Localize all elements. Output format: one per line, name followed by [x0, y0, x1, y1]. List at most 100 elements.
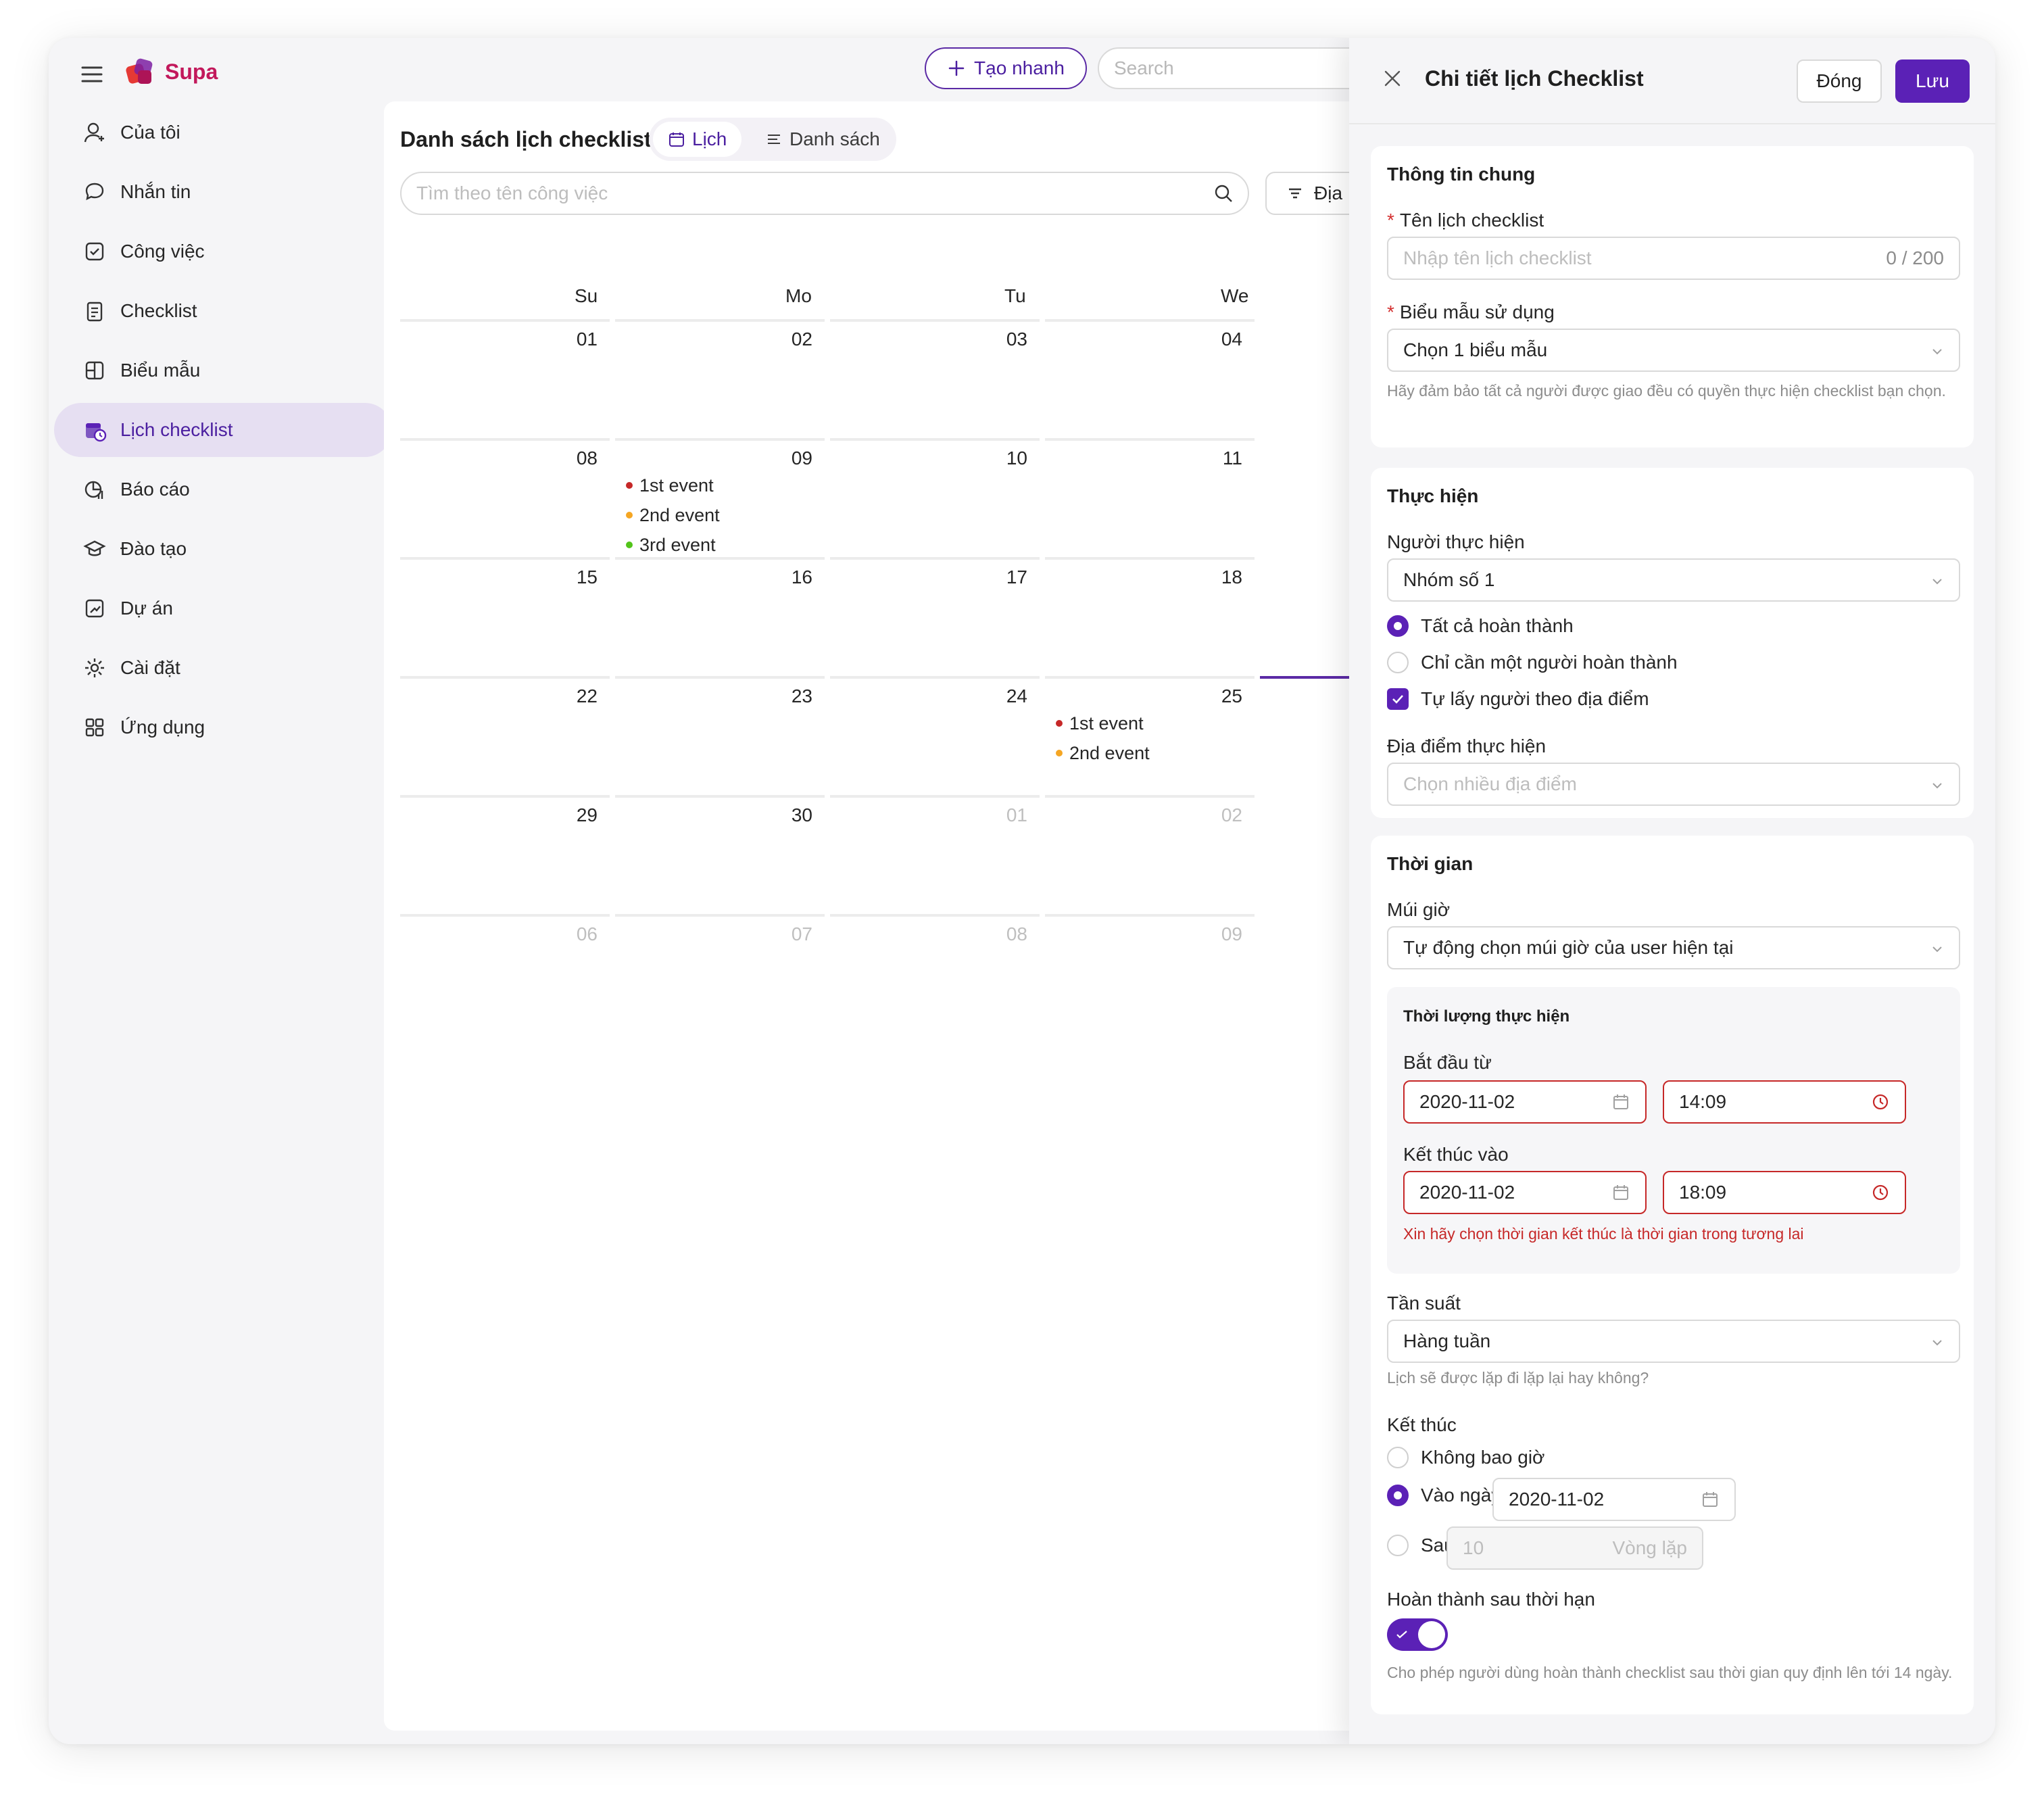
event-dot: [626, 542, 633, 548]
calendar-day[interactable]: 09: [1045, 914, 1255, 1030]
schedule-name-input[interactable]: Nhập tên lịch checklist 0 / 200: [1387, 237, 1960, 280]
menu-icon[interactable]: [76, 58, 108, 91]
sidebar-item-label: Của tôi: [120, 122, 180, 143]
sidebar-item-forms[interactable]: Biểu mẫu: [54, 343, 392, 398]
calendar-icon: [669, 133, 684, 147]
calendar-day[interactable]: 10: [830, 438, 1040, 554]
frequency-select[interactable]: Hàng tuần: [1387, 1320, 1960, 1363]
search-input[interactable]: Search: [1098, 47, 1382, 89]
calendar-day[interactable]: 17: [830, 557, 1040, 673]
radio-one-complete[interactable]: Chỉ cần một người hoàn thành: [1387, 652, 1678, 673]
sidebar-item-settings[interactable]: Cài đặt: [54, 641, 392, 695]
plus-icon: [948, 60, 965, 76]
tab-calendar[interactable]: Lịch: [653, 122, 742, 157]
start-date-input[interactable]: 2020-11-02: [1403, 1080, 1647, 1124]
event-list: 1st event 2nd event 3rd event: [626, 471, 720, 560]
calendar-day[interactable]: 22: [400, 676, 610, 792]
end-time-input[interactable]: 18:09: [1663, 1171, 1906, 1214]
calendar-day[interactable]: 29: [400, 795, 610, 911]
sidebar-item-label: Checklist: [120, 300, 197, 321]
close-icon[interactable]: [1382, 68, 1403, 89]
radio-end-on-date[interactable]: Vào ngày: [1387, 1485, 1501, 1506]
end-date-input[interactable]: 2020-11-02: [1403, 1171, 1647, 1214]
weekday-header: Su: [575, 285, 598, 306]
calendar-day[interactable]: 30: [615, 795, 825, 911]
calendar-day[interactable]: 01: [400, 319, 610, 435]
search-icon[interactable]: [1213, 183, 1234, 204]
event-item[interactable]: 3rd event: [626, 530, 720, 560]
checkbox-checked: [1387, 688, 1409, 710]
main-panel: Danh sách lịch checklist Lịch Danh sách …: [384, 101, 1468, 1731]
tab-list[interactable]: Danh sách: [750, 122, 895, 157]
task-search-input[interactable]: Tìm theo tên công việc: [400, 172, 1249, 215]
calendar-day[interactable]: 02: [615, 319, 825, 435]
sidebar-item-projects[interactable]: Dự án: [54, 581, 392, 635]
general-info-card: Thông tin chung * Tên lịch checklist Nhập…: [1371, 146, 1974, 448]
weekday-header: Mo: [785, 285, 812, 306]
template-select[interactable]: Chọn 1 biểu mẫu: [1387, 329, 1960, 372]
brand-name: Supa: [165, 59, 218, 84]
save-button[interactable]: Lưu: [1895, 59, 1970, 103]
calendar-day[interactable]: 09 1st event 2nd event 3rd event: [615, 438, 825, 555]
sidebar-item-chat[interactable]: Nhắn tin: [54, 165, 392, 219]
help-text: Hãy đảm bảo tất cả người được giao đều c…: [1387, 382, 1946, 400]
list-icon: [768, 135, 780, 144]
sidebar-item-label: Đào tạo: [120, 538, 187, 559]
event-item[interactable]: 1st event: [1056, 708, 1150, 738]
tab-list-label: Danh sách: [789, 128, 880, 149]
sidebar-item-checklist-schedule[interactable]: Lịch checklist: [54, 403, 392, 457]
help-text: Lịch sẽ được lặp đi lặp lại hay không?: [1387, 1369, 1649, 1387]
calendar-day[interactable]: 23: [615, 676, 825, 792]
calendar-day[interactable]: 08: [400, 438, 610, 554]
radio-all-complete[interactable]: Tất cả hoàn thành: [1387, 615, 1574, 637]
calendar-day[interactable]: 03: [830, 319, 1040, 435]
calendar-day[interactable]: 02: [1045, 795, 1255, 911]
location-select[interactable]: Chọn nhiều địa điểm: [1387, 763, 1960, 806]
radio-end-after[interactable]: Sau: [1387, 1535, 1455, 1556]
assignee-select[interactable]: Nhóm số 1: [1387, 558, 1960, 602]
sidebar-item-tasks[interactable]: Công việc: [54, 224, 392, 279]
radio-unselected: [1387, 1447, 1409, 1468]
event-item[interactable]: 1st event: [626, 471, 720, 500]
logo-icon: [122, 53, 160, 91]
timezone-select[interactable]: Tự động chọn múi giờ của user hiện tại: [1387, 926, 1960, 969]
event-item[interactable]: 2nd event: [626, 500, 720, 530]
calendar-day[interactable]: 01: [830, 795, 1040, 911]
calendar-day[interactable]: 11: [1045, 438, 1255, 554]
repeat-count-input[interactable]: 10 Vòng lặp: [1446, 1526, 1703, 1570]
field-label: Kết thúc: [1387, 1414, 1457, 1435]
quick-create-button[interactable]: Tạo nhanh: [925, 47, 1087, 89]
calendar-day[interactable]: 04: [1045, 319, 1255, 435]
calendar-day[interactable]: 07: [615, 914, 825, 1030]
sidebar-item-checklist[interactable]: Checklist: [54, 284, 392, 338]
sidebar-item-my[interactable]: Của tôi: [54, 105, 392, 160]
radio-end-never[interactable]: Không bao giờ: [1387, 1447, 1544, 1468]
field-label: Địa điểm thực hiện: [1387, 736, 1547, 756]
calendar-day[interactable]: 08: [830, 914, 1040, 1030]
event-item[interactable]: 2nd event: [1056, 738, 1150, 768]
calendar-day[interactable]: 15: [400, 557, 610, 673]
checkbox-by-location[interactable]: Tự lấy người theo địa điểm: [1387, 688, 1649, 710]
sidebar-item-reports[interactable]: Báo cáo: [54, 462, 392, 516]
start-time-input[interactable]: 14:09: [1663, 1080, 1906, 1124]
check-icon: [1396, 1631, 1407, 1639]
calendar-day[interactable]: 24: [830, 676, 1040, 792]
training-icon: [81, 535, 108, 562]
clipboard-icon: [81, 297, 108, 324]
sidebar-item-training[interactable]: Đào tạo: [54, 522, 392, 576]
radio-selected: [1387, 1485, 1409, 1506]
drawer-header: Chi tiết lịch Checklist Đóng Lưu: [1349, 38, 1995, 124]
duration-title: Thời lượng thực hiện: [1403, 1007, 1570, 1026]
close-button[interactable]: Đóng: [1797, 59, 1882, 103]
end-on-date-input[interactable]: 2020-11-02: [1492, 1478, 1736, 1521]
radio-selected: [1387, 615, 1409, 637]
calendar-day[interactable]: 18: [1045, 557, 1255, 673]
form-icon: [81, 357, 108, 384]
radio-unselected: [1387, 1535, 1409, 1556]
calendar-day[interactable]: 25 1st event 2nd event: [1045, 676, 1255, 792]
calendar-day[interactable]: 06: [400, 914, 610, 1030]
allow-late-toggle[interactable]: [1387, 1618, 1448, 1651]
sidebar-item-apps[interactable]: Ứng dụng: [54, 700, 392, 754]
sidebar-item-label: Ứng dụng: [120, 717, 205, 738]
calendar-day[interactable]: 16: [615, 557, 825, 673]
